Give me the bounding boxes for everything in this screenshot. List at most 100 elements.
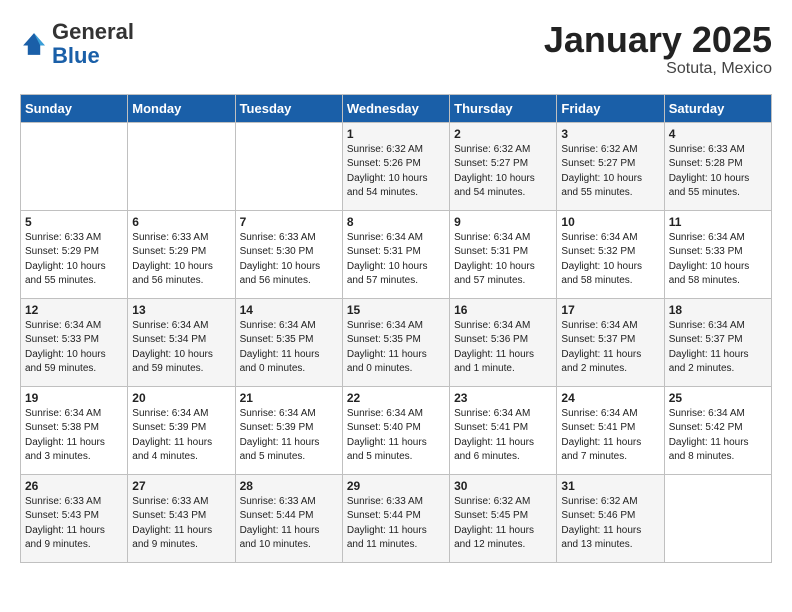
header-tuesday: Tuesday [235,94,342,122]
day-info: Sunrise: 6:32 AMSunset: 5:27 PMDaylight:… [561,143,659,201]
day-info: Sunrise: 6:34 AMSunset: 5:36 PMDaylight:… [454,319,552,377]
calendar-cell [21,122,128,210]
day-number: 2 [454,127,552,141]
logo-blue-text: Blue [52,43,100,68]
logo-icon [20,30,48,58]
header-thursday: Thursday [450,94,557,122]
calendar-cell: 17 Sunrise: 6:34 AMSunset: 5:37 PMDayligh… [557,298,664,386]
calendar-cell: 13Sunrise: 6:34 AMSunset: 5:34 PMDayligh… [128,298,235,386]
calendar-cell: 8 Sunrise: 6:34 AMSunset: 5:31 PMDaylight… [342,210,449,298]
header-wednesday: Wednesday [342,94,449,122]
calendar-cell: 9 Sunrise: 6:34 AMSunset: 5:31 PMDaylight… [450,210,557,298]
day-info: Sunrise: 6:33 AMSunset: 5:28 PMDaylight:… [669,143,767,201]
header-monday: Monday [128,94,235,122]
calendar-week-4: 19 Sunrise: 6:34 AMSunset: 5:38 PMDayligh… [21,386,772,474]
day-info: Sunrise: 6:34 AMSunset: 5:41 PMDaylight:… [561,407,659,465]
day-info: Sunrise: 6:34 AMSunset: 5:37 PMDaylight:… [561,319,659,377]
calendar-cell [235,122,342,210]
day-number: 19 [25,391,123,405]
day-number: 17 [561,303,659,317]
calendar-cell: 14 Sunrise: 6:34 AMSunset: 5:35 PMDayligh… [235,298,342,386]
calendar-cell: 25 Sunrise: 6:34 AMSunset: 5:42 PMDayligh… [664,386,771,474]
day-number: 20 [132,391,230,405]
calendar-cell: 28 Sunrise: 6:33 AMSunset: 5:44 PMDayligh… [235,474,342,562]
header-saturday: Saturday [664,94,771,122]
day-number: 18 [669,303,767,317]
calendar-cell: 1Sunrise: 6:32 AMSunset: 5:26 PMDaylight… [342,122,449,210]
day-number: 31 [561,479,659,493]
calendar-week-3: 12 Sunrise: 6:34 AMSunset: 5:33 PMDayligh… [21,298,772,386]
calendar-cell: 15 Sunrise: 6:34 AMSunset: 5:35 PMDayligh… [342,298,449,386]
logo: General Blue [20,20,134,68]
day-number: 6 [132,215,230,229]
day-number: 21 [240,391,338,405]
day-info: Sunrise: 6:34 AMSunset: 5:40 PMDaylight:… [347,407,445,465]
day-number: 25 [669,391,767,405]
day-info: Sunrise: 6:32 AMSunset: 5:27 PMDaylight:… [454,143,552,201]
calendar-cell: 11Sunrise: 6:34 AMSunset: 5:33 PMDayligh… [664,210,771,298]
day-info: Sunrise: 6:33 AMSunset: 5:43 PMDaylight:… [25,495,123,553]
day-number: 22 [347,391,445,405]
day-info: Sunrise: 6:33 AMSunset: 5:44 PMDaylight:… [240,495,338,553]
calendar-cell: 3 Sunrise: 6:32 AMSunset: 5:27 PMDaylight… [557,122,664,210]
calendar-cell: 5 Sunrise: 6:33 AMSunset: 5:29 PMDaylight… [21,210,128,298]
day-info: Sunrise: 6:34 AMSunset: 5:39 PMDaylight:… [132,407,230,465]
day-number: 5 [25,215,123,229]
header-sunday: Sunday [21,94,128,122]
day-info: Sunrise: 6:34 AMSunset: 5:31 PMDaylight:… [454,231,552,289]
calendar-week-1: 1Sunrise: 6:32 AMSunset: 5:26 PMDaylight… [21,122,772,210]
calendar-subtitle: Sotuta, Mexico [544,60,772,78]
calendar-cell: 23Sunrise: 6:34 AMSunset: 5:41 PMDayligh… [450,386,557,474]
day-number: 9 [454,215,552,229]
day-number: 27 [132,479,230,493]
day-info: Sunrise: 6:32 AMSunset: 5:45 PMDaylight:… [454,495,552,553]
calendar-week-5: 26Sunrise: 6:33 AMSunset: 5:43 PMDayligh… [21,474,772,562]
day-number: 24 [561,391,659,405]
calendar-cell: 30 Sunrise: 6:32 AMSunset: 5:45 PMDayligh… [450,474,557,562]
day-info: Sunrise: 6:33 AMSunset: 5:30 PMDaylight:… [240,231,338,289]
day-info: Sunrise: 6:33 AMSunset: 5:44 PMDaylight:… [347,495,445,553]
calendar-cell: 21Sunrise: 6:34 AMSunset: 5:39 PMDayligh… [235,386,342,474]
calendar-cell: 20 Sunrise: 6:34 AMSunset: 5:39 PMDayligh… [128,386,235,474]
day-info: Sunrise: 6:34 AMSunset: 5:42 PMDaylight:… [669,407,767,465]
header-friday: Friday [557,94,664,122]
day-info: Sunrise: 6:34 AMSunset: 5:31 PMDaylight:… [347,231,445,289]
day-number: 10 [561,215,659,229]
day-number: 15 [347,303,445,317]
calendar-cell [128,122,235,210]
logo-general-text: General [52,19,134,44]
day-number: 30 [454,479,552,493]
day-info: Sunrise: 6:34 AMSunset: 5:37 PMDaylight:… [669,319,767,377]
calendar-header-row: SundayMondayTuesdayWednesdayThursdayFrid… [21,94,772,122]
calendar-title: January 2025 [544,20,772,60]
day-number: 13 [132,303,230,317]
calendar-cell [664,474,771,562]
day-number: 28 [240,479,338,493]
day-number: 12 [25,303,123,317]
calendar-cell: 2 Sunrise: 6:32 AMSunset: 5:27 PMDaylight… [450,122,557,210]
day-info: Sunrise: 6:33 AMSunset: 5:29 PMDaylight:… [25,231,123,289]
day-info: Sunrise: 6:34 AMSunset: 5:33 PMDaylight:… [669,231,767,289]
day-number: 8 [347,215,445,229]
calendar-cell: 29 Sunrise: 6:33 AMSunset: 5:44 PMDayligh… [342,474,449,562]
calendar-cell: 26Sunrise: 6:33 AMSunset: 5:43 PMDayligh… [21,474,128,562]
day-number: 29 [347,479,445,493]
title-block: January 2025 Sotuta, Mexico [544,20,772,78]
day-info: Sunrise: 6:34 AMSunset: 5:38 PMDaylight:… [25,407,123,465]
calendar-cell: 10 Sunrise: 6:34 AMSunset: 5:32 PMDayligh… [557,210,664,298]
calendar-cell: 18 Sunrise: 6:34 AMSunset: 5:37 PMDayligh… [664,298,771,386]
day-info: Sunrise: 6:34 AMSunset: 5:32 PMDaylight:… [561,231,659,289]
calendar-cell: 12 Sunrise: 6:34 AMSunset: 5:33 PMDayligh… [21,298,128,386]
calendar-table: SundayMondayTuesdayWednesdayThursdayFrid… [20,94,772,563]
calendar-cell: 24 Sunrise: 6:34 AMSunset: 5:41 PMDayligh… [557,386,664,474]
day-info: Sunrise: 6:33 AMSunset: 5:43 PMDaylight:… [132,495,230,553]
day-info: Sunrise: 6:34 AMSunset: 5:35 PMDaylight:… [240,319,338,377]
calendar-cell: 6Sunrise: 6:33 AMSunset: 5:29 PMDaylight… [128,210,235,298]
day-number: 14 [240,303,338,317]
day-info: Sunrise: 6:34 AMSunset: 5:35 PMDaylight:… [347,319,445,377]
day-number: 7 [240,215,338,229]
day-info: Sunrise: 6:34 AMSunset: 5:33 PMDaylight:… [25,319,123,377]
day-number: 3 [561,127,659,141]
day-number: 16 [454,303,552,317]
page-header: General Blue January 2025 Sotuta, Mexico [20,20,772,78]
